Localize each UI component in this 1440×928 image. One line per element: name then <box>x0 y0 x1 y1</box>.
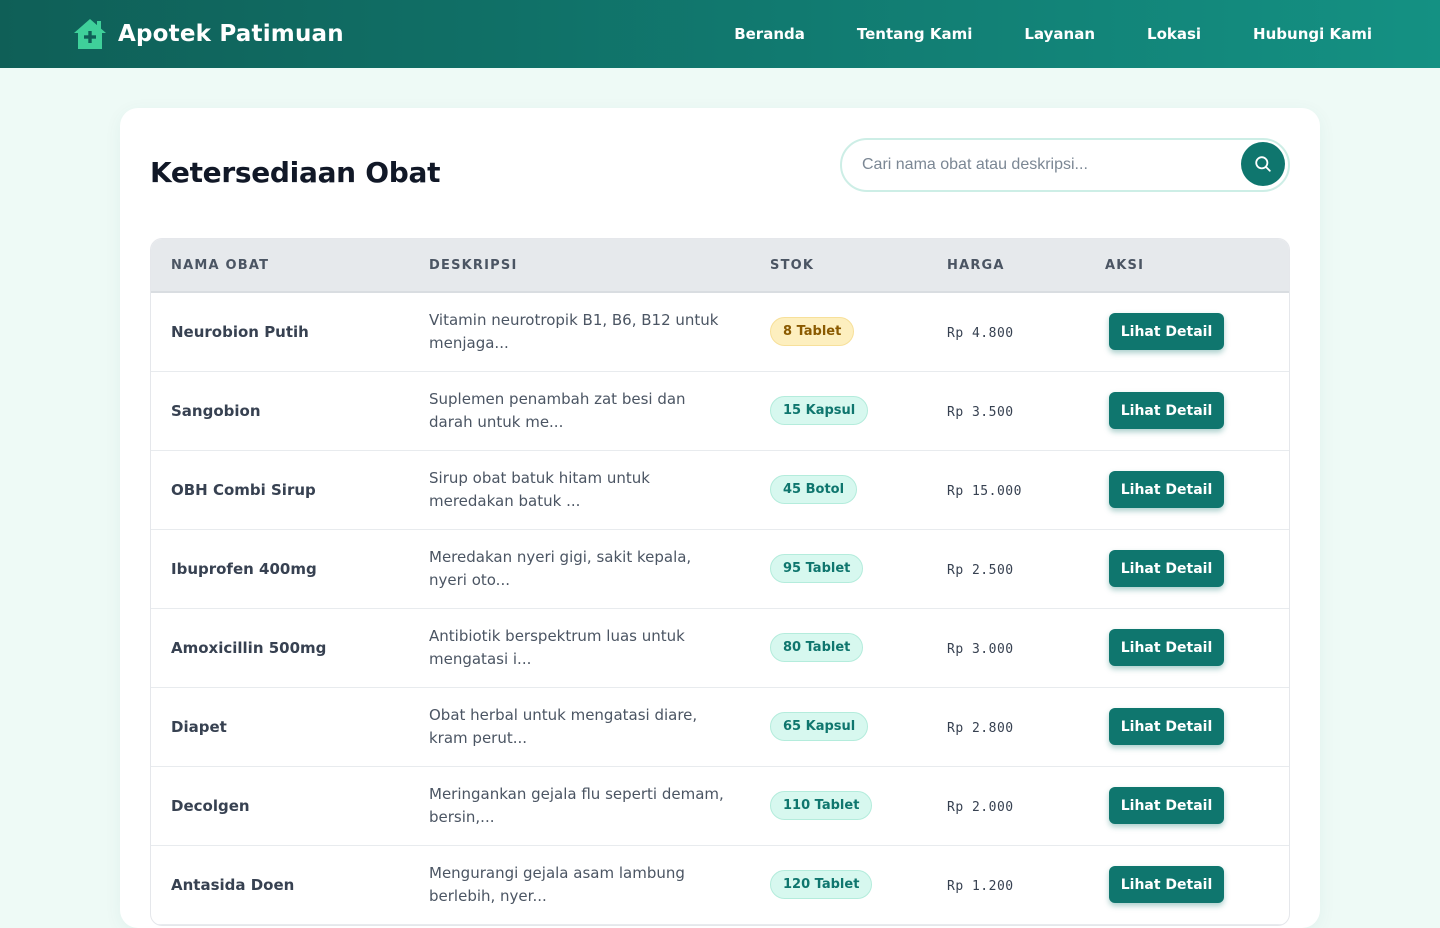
view-detail-button[interactable]: Lihat Detail <box>1109 471 1224 508</box>
view-detail-button[interactable]: Lihat Detail <box>1109 787 1224 824</box>
house-plus-icon <box>74 19 106 49</box>
column-header-action: AKSI <box>1085 239 1289 293</box>
medicine-card: Ketersediaan Obat NAMA OBAT DESKRIPSI ST… <box>120 108 1320 928</box>
drug-price: Rp 4.800 <box>947 326 1014 342</box>
nav-tentang-kami[interactable]: Tentang Kami <box>857 25 973 43</box>
brand-name: Apotek Patimuan <box>118 21 344 47</box>
stock-badge: 15 Kapsul <box>770 396 869 425</box>
brand[interactable]: Apotek Patimuan <box>72 17 344 51</box>
drug-description: Suplemen penambah zat besi dan darah unt… <box>429 389 686 431</box>
view-detail-button[interactable]: Lihat Detail <box>1109 708 1224 745</box>
medicine-table: NAMA OBAT DESKRIPSI STOK HARGA AKSI Neur… <box>150 238 1290 926</box>
search-icon <box>1255 156 1271 172</box>
stock-badge: 120 Tablet <box>770 870 873 899</box>
drug-name: Amoxicillin 500mg <box>171 639 327 657</box>
drug-name: Diapet <box>171 718 227 736</box>
drug-description: Obat herbal untuk mengatasi diare, kram … <box>429 705 698 747</box>
nav-lokasi[interactable]: Lokasi <box>1147 25 1201 43</box>
table-row: Ibuprofen 400mg Meredakan nyeri gigi, sa… <box>151 529 1289 609</box>
search-box <box>840 138 1290 192</box>
table-row: Neurobion Putih Vitamin neurotropik B1, … <box>151 292 1289 372</box>
column-header-stock: STOK <box>750 239 927 293</box>
table-row: Sangobion Suplemen penambah zat besi dan… <box>151 371 1289 451</box>
view-detail-button[interactable]: Lihat Detail <box>1109 866 1224 903</box>
drug-price: Rp 3.000 <box>947 642 1014 657</box>
search-button[interactable] <box>1241 142 1285 186</box>
drug-name: Decolgen <box>171 797 250 815</box>
drug-name: Antasida Doen <box>171 876 295 894</box>
nav-beranda[interactable]: Beranda <box>734 25 805 43</box>
drug-name: Ibuprofen 400mg <box>171 560 317 578</box>
drug-name: Neurobion Putih <box>171 323 309 342</box>
stock-badge: 80 Tablet <box>770 633 864 662</box>
table-row: OBH Combi Sirup Sirup obat batuk hitam u… <box>151 450 1289 530</box>
table-row: Decolgen Meringankan gejala flu seperti … <box>151 766 1289 846</box>
stock-badge: 95 Tablet <box>770 554 864 583</box>
stock-badge: 110 Tablet <box>770 791 873 820</box>
drug-name: OBH Combi Sirup <box>171 481 316 499</box>
view-detail-button[interactable]: Lihat Detail <box>1109 392 1224 429</box>
drug-price: Rp 3.500 <box>947 405 1014 420</box>
stock-badge: 65 Kapsul <box>770 712 869 741</box>
drug-description: Antibiotik berspektrum luas untuk mengat… <box>429 626 685 668</box>
drug-name: Sangobion <box>171 402 261 420</box>
view-detail-button[interactable]: Lihat Detail <box>1109 550 1224 587</box>
stock-badge: 45 Botol <box>770 475 858 504</box>
view-detail-button[interactable]: Lihat Detail <box>1109 313 1224 351</box>
drug-description: Sirup obat batuk hitam untuk meredakan b… <box>429 468 650 510</box>
nav-layanan[interactable]: Layanan <box>1024 25 1095 43</box>
drug-price: Rp 1.200 <box>947 879 1014 894</box>
column-header-description: DESKRIPSI <box>409 239 750 293</box>
drug-price: Rp 2.000 <box>947 800 1014 815</box>
search-input[interactable] <box>862 140 1222 190</box>
drug-price: Rp 2.500 <box>947 563 1014 578</box>
drug-description: Vitamin neurotropik B1, B6, B12 untuk me… <box>429 310 719 352</box>
main-nav: Beranda Tentang Kami Layanan Lokasi Hubu… <box>734 25 1372 43</box>
top-navbar: Apotek Patimuan Beranda Tentang Kami Lay… <box>0 0 1440 68</box>
drug-price: Rp 2.800 <box>947 721 1014 736</box>
drug-description: Meringankan gejala flu seperti demam, be… <box>429 784 724 826</box>
view-detail-button[interactable]: Lihat Detail <box>1109 629 1224 666</box>
drug-price: Rp 15.000 <box>947 484 1022 499</box>
drug-description: Mengurangi gejala asam lambung berlebih,… <box>429 863 685 905</box>
column-header-price: HARGA <box>927 239 1085 293</box>
nav-hubungi-kami[interactable]: Hubungi Kami <box>1253 25 1372 43</box>
table-header-row: NAMA OBAT DESKRIPSI STOK HARGA AKSI <box>151 239 1289 293</box>
page-title: Ketersediaan Obat <box>150 156 441 189</box>
column-header-name: NAMA OBAT <box>151 239 409 293</box>
drug-description: Meredakan nyeri gigi, sakit kepala, nyer… <box>429 547 692 589</box>
table-row: Diapet Obat herbal untuk mengatasi diare… <box>151 687 1289 767</box>
table-row: Amoxicillin 500mg Antibiotik berspektrum… <box>151 608 1289 688</box>
table-row: Antasida Doen Mengurangi gejala asam lam… <box>151 845 1289 925</box>
stock-badge: 8 Tablet <box>770 317 855 347</box>
